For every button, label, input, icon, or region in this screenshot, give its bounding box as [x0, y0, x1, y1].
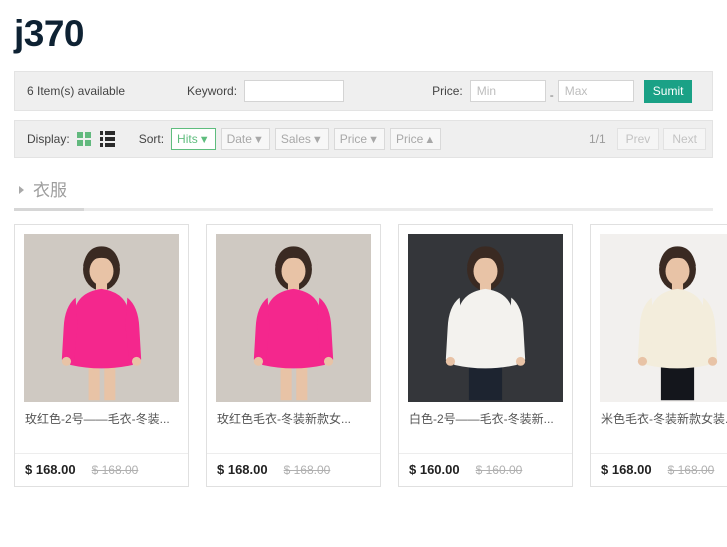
category-header[interactable]: 衣服 — [14, 176, 713, 208]
submit-button[interactable]: Sumit — [643, 79, 693, 103]
product-card[interactable]: 白色-2号——毛衣-冬装新... $ 160.00 $ 160.00 — [398, 224, 573, 487]
list-view-icon[interactable] — [99, 131, 115, 147]
grid-view-icon[interactable] — [76, 132, 91, 146]
product-price-original: $ 168.00 — [91, 463, 139, 477]
sort-bar: Display: Sort: Hits▼ Date▼ Sales▼ Price▼ Pri… — [14, 120, 713, 158]
price-filter-group: Price: - — [432, 80, 634, 102]
category-name: 衣服 — [33, 181, 67, 200]
filter-bar: 6 Item(s) available Keyword: Price: - Su… — [14, 71, 713, 111]
list-row — [99, 131, 115, 135]
sort-options: Hits▼ Date▼ Sales▼ Price▼ Price▲ — [171, 128, 446, 150]
product-grid: 玫红色-2号——毛衣-冬装... $ 168.00 $ 168.00 玫红色毛衣-冬… — [14, 224, 727, 487]
sort-button-label: Price — [339, 132, 368, 146]
keyword-input[interactable] — [244, 80, 345, 102]
sort-button-price-asc[interactable]: Price▲ — [390, 128, 442, 150]
product-title[interactable]: 玫红色-2号——毛衣-冬装... — [15, 402, 188, 454]
sort-button-label: Price — [396, 132, 424, 146]
product-image[interactable] — [216, 234, 371, 402]
product-price-current: $ 168.00 — [601, 462, 652, 477]
sort-button-hits-desc[interactable]: Hits▼ — [171, 128, 216, 150]
product-price-original: $ 168.00 — [283, 463, 331, 477]
caret-down-icon: ▼ — [252, 134, 264, 146]
product-card[interactable]: 玫红色毛衣-冬装新款女... $ 168.00 $ 168.00 — [206, 224, 381, 487]
items-available-count: 6 Item(s) available — [27, 84, 126, 98]
product-illustration — [408, 234, 563, 402]
category-divider — [14, 208, 713, 211]
product-price-original: $ 168.00 — [667, 463, 715, 477]
product-title[interactable]: 白色-2号——毛衣-冬装新... — [399, 402, 572, 454]
sort-button-sales-desc[interactable]: Sales▼ — [274, 128, 329, 150]
list-row — [99, 137, 115, 141]
page-title: j370 — [14, 13, 85, 54]
grid-cell — [76, 132, 83, 138]
sort-button-price-desc[interactable]: Price▼ — [333, 128, 385, 150]
display-label: Display: — [27, 132, 70, 146]
chevron-right-icon — [19, 185, 24, 194]
product-illustration — [216, 234, 371, 402]
list-row — [99, 143, 115, 147]
product-price-current: $ 168.00 — [25, 462, 76, 477]
price-range-separator: - — [549, 88, 554, 102]
keyword-filter-group: Keyword: — [187, 80, 345, 102]
product-price-row: $ 168.00 $ 168.00 — [591, 454, 727, 486]
product-image[interactable] — [600, 234, 727, 402]
product-listing-page: j370 6 Item(s) available Keyword: Price:… — [0, 0, 727, 547]
product-title[interactable]: 玫红色毛衣-冬装新款女... — [207, 402, 380, 454]
product-price-row: $ 168.00 $ 168.00 — [15, 454, 188, 486]
price-min-input[interactable] — [469, 80, 546, 102]
product-card[interactable]: 米色毛衣-冬装新款女装... $ 168.00 $ 168.00 — [590, 224, 727, 487]
keyword-label: Keyword: — [187, 84, 238, 98]
prev-page-button[interactable]: Prev — [616, 128, 660, 150]
product-illustration — [600, 234, 727, 402]
grid-cell — [84, 140, 91, 146]
caret-down-icon: ▼ — [198, 134, 210, 146]
price-max-input[interactable] — [557, 80, 634, 102]
caret-up-icon: ▲ — [424, 134, 436, 146]
product-image[interactable] — [24, 234, 179, 402]
grid-cell — [84, 132, 91, 138]
next-page-button[interactable]: Next — [663, 128, 706, 150]
sort-button-label: Hits — [177, 132, 198, 146]
product-card[interactable]: 玫红色-2号——毛衣-冬装... $ 168.00 $ 168.00 — [14, 224, 189, 487]
grid-cell — [76, 140, 83, 146]
sort-button-label: Sales — [280, 132, 311, 146]
product-title[interactable]: 米色毛衣-冬装新款女装... — [591, 402, 727, 454]
sort-button-date-desc[interactable]: Date▼ — [220, 128, 270, 150]
product-image[interactable] — [408, 234, 563, 402]
sort-label: Sort: — [138, 132, 165, 146]
sort-button-label: Date — [226, 132, 252, 146]
product-price-row: $ 168.00 $ 168.00 — [207, 454, 380, 486]
product-price-original: $ 160.00 — [475, 463, 523, 477]
price-label: Price: — [432, 84, 463, 98]
product-illustration — [24, 234, 179, 402]
caret-down-icon: ▼ — [311, 134, 323, 146]
product-price-current: $ 168.00 — [217, 462, 268, 477]
product-price-current: $ 160.00 — [409, 462, 460, 477]
caret-down-icon: ▼ — [368, 134, 379, 146]
category-section: 衣服 — [14, 176, 713, 211]
page-indicator: 1/1 — [588, 132, 606, 146]
product-price-row: $ 160.00 $ 160.00 — [399, 454, 572, 486]
